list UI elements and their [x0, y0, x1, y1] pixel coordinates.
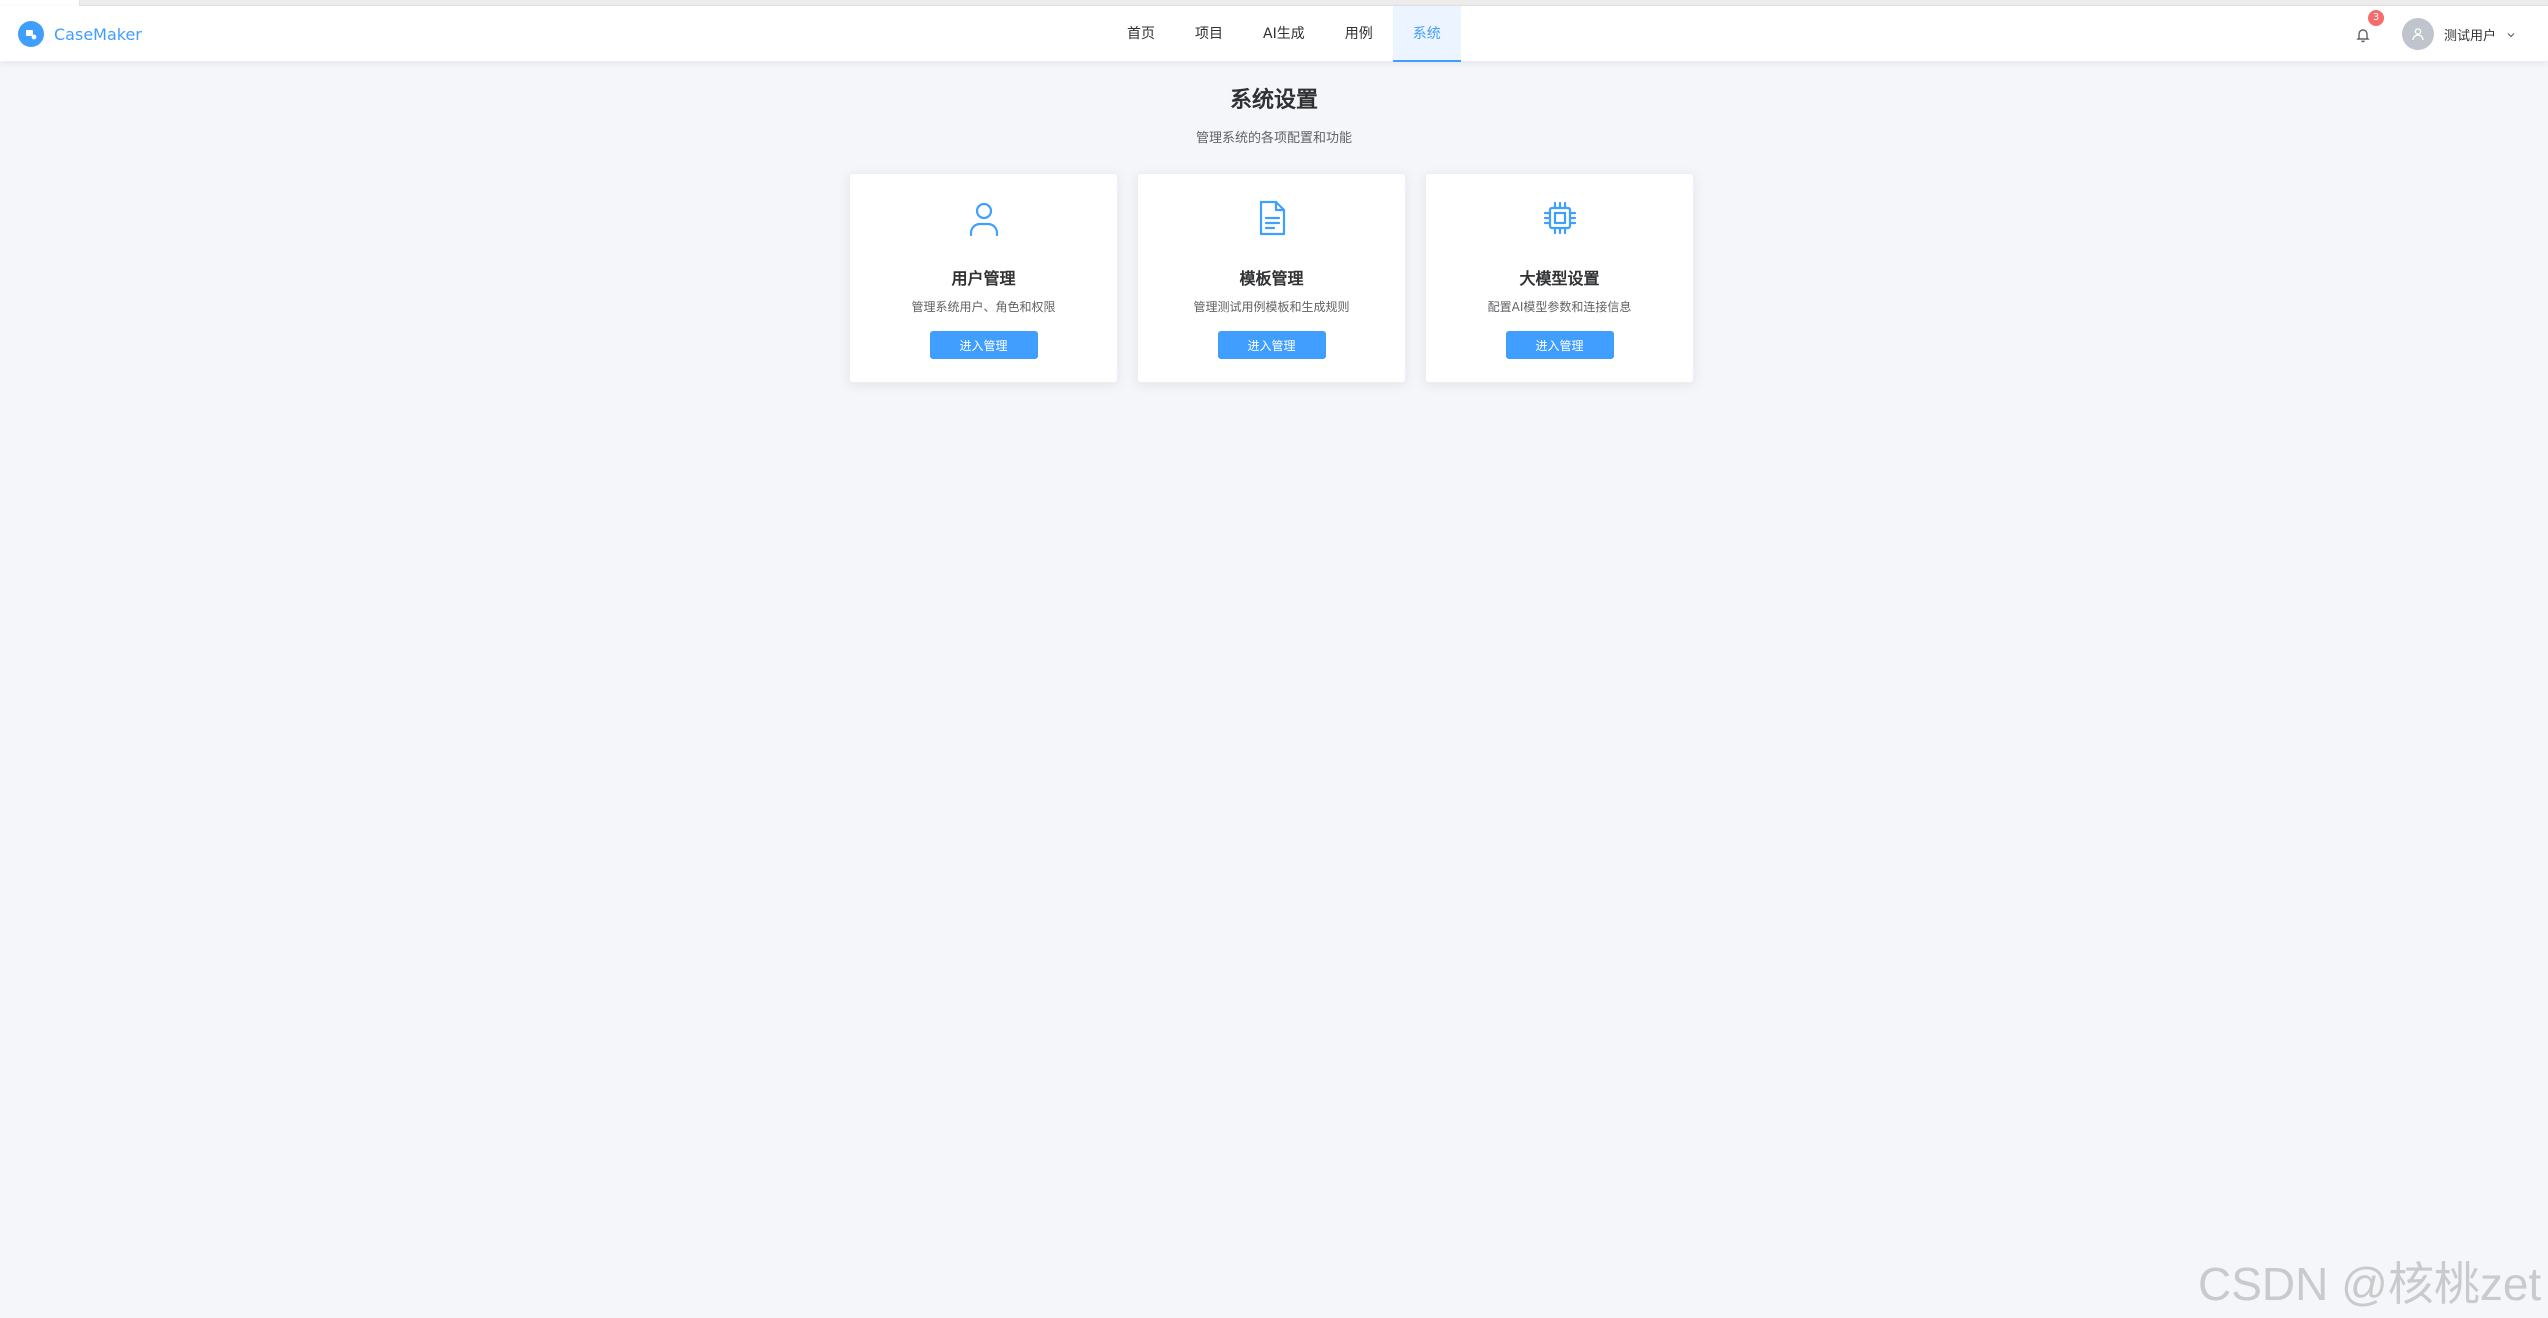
card-title: 用户管理 [951, 269, 1016, 288]
card-llm-settings: 大模型设置 配置AI模型参数和连接信息 进入管理 [1425, 173, 1694, 383]
settings-cards: 用户管理 管理系统用户、角色和权限 进入管理 模板管理 管理测试用例模板和生成规… [849, 173, 1694, 383]
card-title: 大模型设置 [1519, 269, 1600, 288]
app-logo[interactable]: CaseMaker [18, 21, 142, 47]
user-menu[interactable]: 测试用户 [2402, 18, 2516, 50]
nav-item-projects[interactable]: 项目 [1175, 6, 1243, 62]
logo-text: CaseMaker [54, 24, 142, 44]
card-template-management: 模板管理 管理测试用例模板和生成规则 进入管理 [1137, 173, 1406, 383]
enter-template-management-button[interactable]: 进入管理 [1217, 331, 1326, 359]
logo-icon [18, 21, 44, 47]
nav-item-test-cases[interactable]: 用例 [1325, 6, 1393, 62]
card-description: 管理系统用户、角色和权限 [911, 300, 1056, 314]
top-navbar: CaseMaker 首页 项目 AI生成 用例 系统 3 测试用户 [0, 6, 2548, 62]
user-icon [962, 196, 1006, 240]
chevron-down-icon [2506, 25, 2516, 44]
notification-badge: 3 [2368, 10, 2384, 26]
card-description: 管理测试用例模板和生成规则 [1193, 300, 1350, 314]
enter-llm-settings-button[interactable]: 进入管理 [1505, 331, 1614, 359]
enter-user-management-button[interactable]: 进入管理 [929, 331, 1038, 359]
watermark: CSDN @核桃zet [2198, 1258, 2542, 1310]
card-description: 配置AI模型参数和连接信息 [1487, 300, 1632, 314]
cpu-chip-icon [1538, 196, 1582, 240]
nav-item-system[interactable]: 系统 [1392, 6, 1461, 62]
user-avatar-icon [2402, 18, 2434, 50]
document-icon [1250, 196, 1294, 240]
main-nav: 首页 项目 AI生成 用例 系统 [1107, 6, 1461, 62]
page-title: 系统设置 [1229, 88, 1318, 113]
bell-icon[interactable] [2354, 26, 2372, 44]
card-user-management: 用户管理 管理系统用户、角色和权限 进入管理 [849, 173, 1118, 383]
nav-item-ai-generate[interactable]: AI生成 [1243, 6, 1325, 62]
nav-item-home[interactable]: 首页 [1107, 6, 1175, 62]
page-subtitle: 管理系统的各项配置和功能 [1195, 131, 1352, 146]
card-title: 模板管理 [1239, 269, 1304, 288]
user-name: 测试用户 [2444, 28, 2497, 44]
